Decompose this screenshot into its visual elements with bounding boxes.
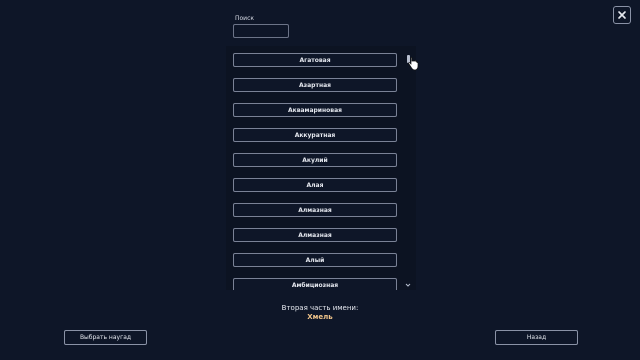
list-item[interactable]: Алый bbox=[233, 253, 397, 267]
second-part-value: Хмель bbox=[307, 313, 333, 321]
back-button[interactable]: Назад bbox=[495, 330, 578, 345]
list-item[interactable]: Аккуратная bbox=[233, 128, 397, 142]
list-item[interactable]: Амбициозная bbox=[233, 278, 397, 290]
scroll-down-button[interactable] bbox=[404, 281, 412, 289]
name-picker-screen: Поиск Агатовая Азартная Аквамариновая Ак… bbox=[0, 0, 640, 360]
list-item[interactable]: Алмазная bbox=[233, 203, 397, 217]
close-icon bbox=[618, 11, 626, 19]
chevron-down-icon bbox=[405, 283, 411, 287]
hand-cursor-icon bbox=[408, 57, 419, 71]
name-list: Агатовая Азартная Аквамариновая Аккуратн… bbox=[226, 46, 416, 290]
list-item[interactable]: Акулий bbox=[233, 153, 397, 167]
scrollbar[interactable] bbox=[405, 51, 412, 291]
second-part-label: Вторая часть имени: bbox=[281, 304, 359, 312]
list-item[interactable]: Алая bbox=[233, 178, 397, 192]
close-button[interactable] bbox=[613, 6, 631, 24]
list-item[interactable]: Аквамариновая bbox=[233, 103, 397, 117]
random-button[interactable]: Выбрать наугад bbox=[64, 330, 147, 345]
search-label: Поиск bbox=[235, 15, 255, 22]
list-item[interactable]: Азартная bbox=[233, 78, 397, 92]
list-item[interactable]: Агатовая bbox=[233, 53, 397, 67]
search-input[interactable] bbox=[233, 24, 289, 38]
list-item[interactable]: Алмазная bbox=[233, 228, 397, 242]
